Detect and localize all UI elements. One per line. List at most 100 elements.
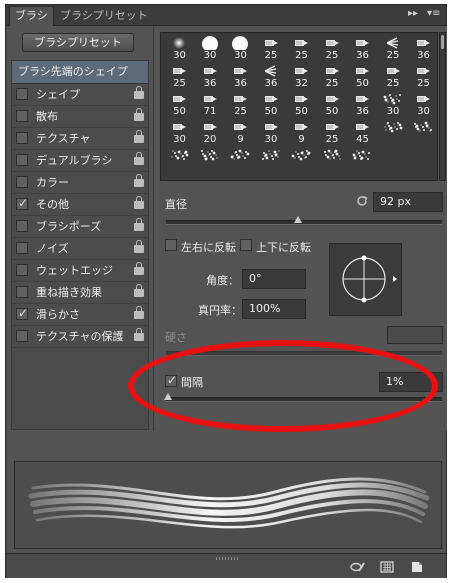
lock-icon[interactable] [134, 306, 144, 319]
brush-option-item[interactable]: テクスチャ [12, 128, 148, 150]
brush-tip-cell[interactable]: 50 [163, 92, 196, 117]
brush-tip-cell[interactable]: 36 [346, 36, 379, 61]
lock-icon[interactable] [134, 174, 144, 187]
brush-tip-cell[interactable]: 25 [163, 64, 196, 89]
brush-option-item[interactable]: ブラシポーズ [12, 216, 148, 238]
brush-tip-cell[interactable]: 30 [194, 36, 227, 61]
brush-tip-cell[interactable]: 71 [194, 92, 227, 117]
brush-tip-cell[interactable]: 25 [316, 36, 349, 61]
brush-tip-cell[interactable]: 36 [194, 64, 227, 89]
diameter-slider-thumb[interactable] [294, 216, 303, 223]
brush-option-item[interactable]: テクスチャの保護 [12, 326, 148, 348]
brush-tip-cell[interactable]: 25 [316, 64, 349, 89]
lock-icon[interactable] [134, 130, 144, 143]
brush-tip-cell[interactable]: 36 [346, 92, 379, 117]
spacing-slider[interactable] [164, 393, 442, 402]
lock-icon[interactable] [134, 196, 144, 209]
scrollbar-thumb[interactable] [441, 35, 444, 49]
brush-tip-cell[interactable]: 30 [407, 92, 437, 117]
roundness-field[interactable]: 100% [242, 299, 306, 319]
brush-tip-cell[interactable]: 36 [224, 64, 257, 89]
spacing-field[interactable]: 1% [379, 372, 443, 392]
brush-tip-cell[interactable]: 50 [285, 92, 318, 117]
brush-option-checkbox[interactable] [16, 110, 28, 122]
brush-option-checkbox[interactable] [16, 176, 28, 188]
brush-tip-cell[interactable] [255, 148, 288, 172]
lock-icon[interactable] [134, 240, 144, 253]
brush-tip-cell[interactable] [316, 148, 349, 172]
lock-icon[interactable] [134, 108, 144, 121]
brush-tip-shape-item[interactable]: ブラシ先端のシェイプ [12, 61, 148, 84]
tab-brush-presets[interactable]: ブラシプリセット [55, 7, 153, 25]
brush-option-item[interactable]: デュアルブラシ [12, 150, 148, 172]
brush-tip-cell[interactable]: 32 [285, 64, 318, 89]
hardness-slider[interactable] [166, 351, 442, 356]
flip-x-checkbox[interactable] [165, 239, 177, 251]
brush-tip-cell[interactable] [194, 148, 227, 172]
brush-tip-cell[interactable]: 25 [377, 64, 410, 89]
brush-tip-cell[interactable]: 30 [255, 120, 288, 145]
brush-grid-scrollbar[interactable] [439, 32, 446, 181]
brush-option-item[interactable]: ノイズ [12, 238, 148, 260]
brush-tip-cell[interactable]: 50 [316, 92, 349, 117]
brush-tip-cell[interactable]: 30 [224, 36, 257, 61]
brush-option-checkbox[interactable] [16, 220, 28, 232]
brush-tip-cell[interactable] [407, 120, 437, 144]
spacing-checkbox[interactable]: ✓ [165, 373, 177, 387]
brush-option-item[interactable]: ✓ その他 [12, 194, 148, 216]
brush-tip-cell[interactable]: 30 [377, 92, 410, 117]
brush-tip-cell[interactable]: 30 [163, 36, 196, 61]
brush-option-checkbox[interactable] [16, 330, 28, 342]
lock-icon[interactable] [134, 284, 144, 297]
toggle-live-tip-preview-icon[interactable] [350, 559, 365, 573]
brush-tip-cell[interactable] [346, 148, 379, 172]
resize-grip[interactable] [216, 557, 238, 560]
brush-option-checkbox[interactable]: ✓ [16, 196, 28, 210]
tab-brush[interactable]: ブラシ [9, 6, 54, 26]
brush-tip-cell[interactable]: 20 [194, 120, 227, 145]
collapse-panel-icon[interactable]: ▸▸ [408, 8, 418, 19]
lock-icon[interactable] [134, 218, 144, 231]
brush-tip-cell[interactable] [285, 148, 318, 172]
brush-option-checkbox[interactable] [16, 286, 28, 298]
diameter-slider[interactable] [166, 216, 442, 225]
brush-tip-cell[interactable] [224, 148, 257, 172]
brush-tip-cell[interactable]: 45 [346, 120, 379, 145]
lock-icon[interactable] [134, 152, 144, 165]
brush-option-item[interactable]: 重ね描き効果 [12, 282, 148, 304]
brush-option-checkbox[interactable] [16, 264, 28, 276]
brush-option-checkbox[interactable] [16, 154, 28, 166]
angle-roundness-widget[interactable] [329, 243, 402, 316]
brush-option-checkbox[interactable] [16, 88, 28, 100]
brush-tip-cell[interactable]: 25 [255, 36, 288, 61]
brush-tip-cell[interactable]: 36 [255, 64, 288, 89]
lock-icon[interactable] [134, 328, 144, 341]
brush-option-item[interactable]: カラー [12, 172, 148, 194]
brush-tip-cell[interactable]: 50 [346, 64, 379, 89]
brush-tip-cell[interactable]: 9 [285, 120, 318, 145]
brush-tip-cell[interactable] [163, 148, 196, 172]
brush-presets-button[interactable]: ブラシプリセット [22, 33, 134, 52]
new-brush-preset-icon[interactable] [410, 559, 424, 573]
brush-option-checkbox[interactable] [16, 132, 28, 144]
flip-y-checkbox[interactable] [240, 239, 252, 251]
brush-tip-cell[interactable]: 30 [163, 120, 196, 145]
brush-tip-cell[interactable]: 25 [224, 92, 257, 117]
lock-icon[interactable] [134, 86, 144, 99]
brush-tip-cell[interactable]: 25 [316, 120, 349, 145]
spacing-slider-thumb[interactable] [164, 393, 172, 400]
brush-option-item[interactable]: ✓ 滑らかさ [12, 304, 148, 326]
brush-tip-cell[interactable]: 50 [255, 92, 288, 117]
lock-icon[interactable] [134, 262, 144, 275]
brush-option-item[interactable]: 散布 [12, 106, 148, 128]
brush-tip-cell[interactable]: 36 [407, 36, 437, 61]
hardness-field[interactable] [387, 326, 443, 344]
brush-option-item[interactable]: ウェットエッジ [12, 260, 148, 282]
brush-option-checkbox[interactable]: ✓ [16, 306, 28, 320]
brush-tip-cell[interactable]: 25 [285, 36, 318, 61]
reset-size-icon[interactable] [354, 193, 370, 209]
brush-preset-picker-grid-icon[interactable] [380, 559, 394, 573]
brush-tip-cell[interactable]: 9 [224, 120, 257, 145]
panel-menu-icon[interactable]: ▾≡ [427, 8, 440, 19]
brush-tip-cell[interactable]: 25 [377, 36, 410, 61]
